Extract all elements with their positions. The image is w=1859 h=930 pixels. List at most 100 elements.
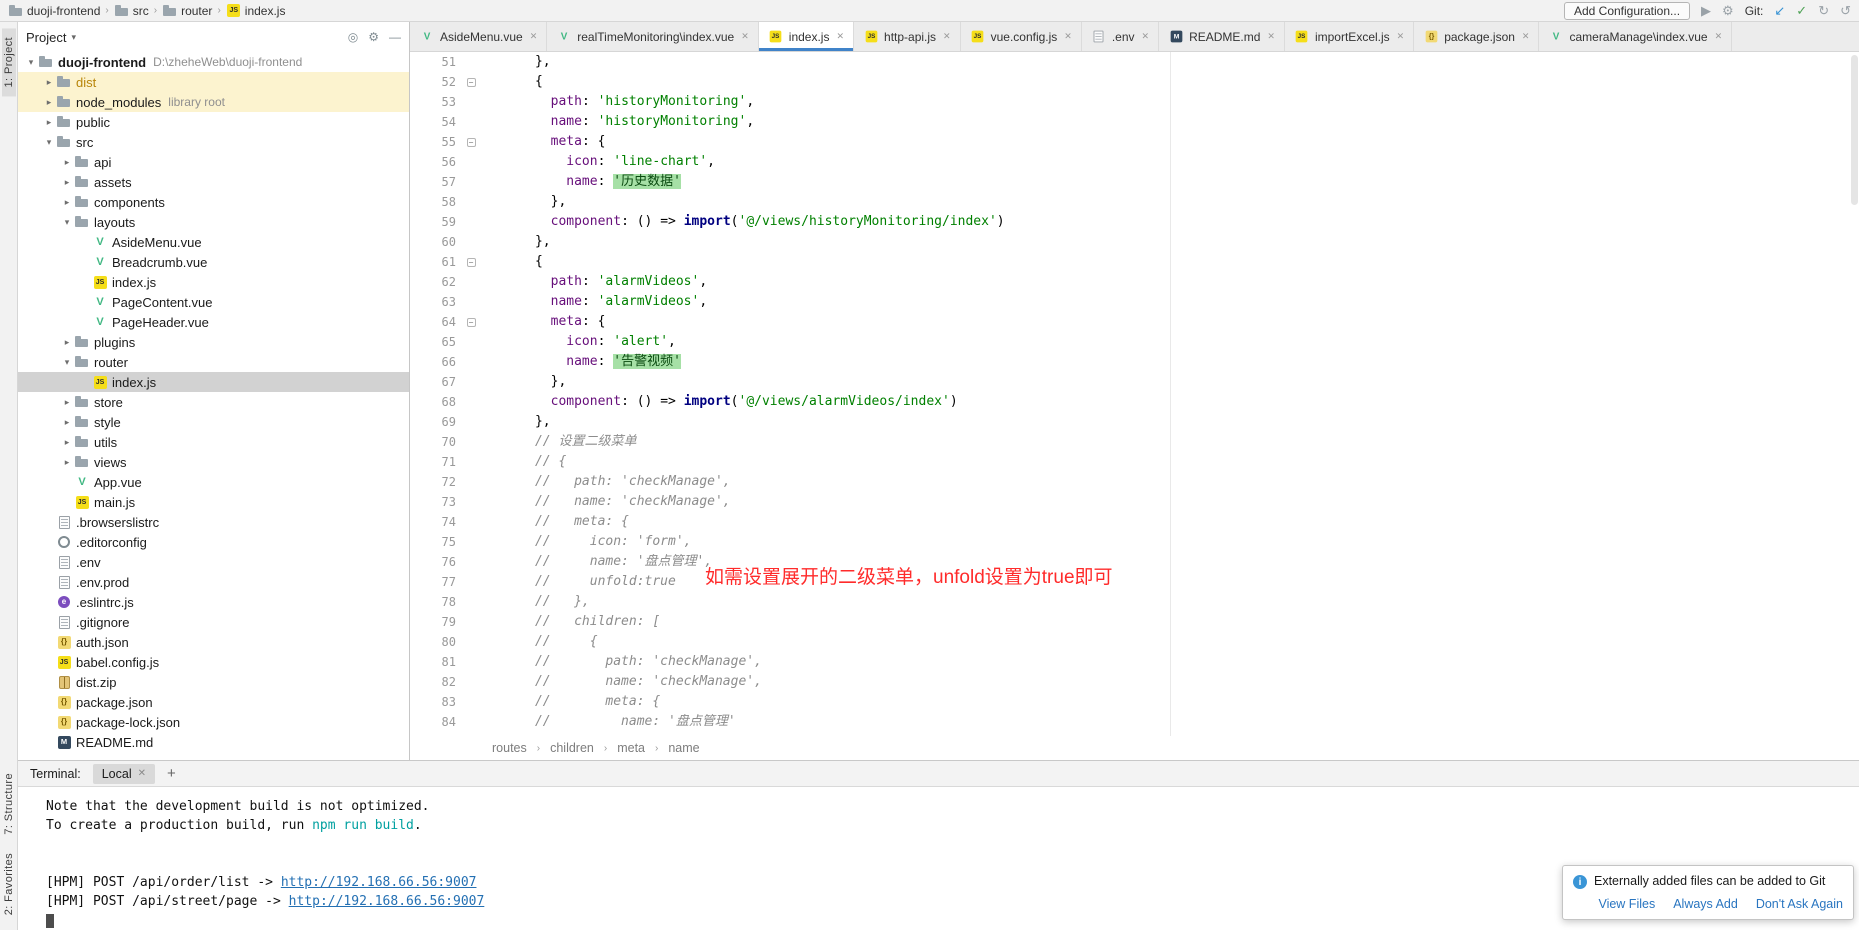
git-update-icon[interactable]: ↙ <box>1774 4 1785 17</box>
editor-tab[interactable]: .env✕ <box>1082 22 1159 51</box>
code-line[interactable]: 71 // { <box>410 452 1859 472</box>
chevron-icon[interactable]: ▸ <box>42 77 56 88</box>
editor-scrollbar[interactable] <box>1851 55 1858 205</box>
code-line[interactable]: 69 }, <box>410 412 1859 432</box>
code-line[interactable]: 60 }, <box>410 232 1859 252</box>
settings-icon[interactable]: ⚙ <box>1722 4 1734 17</box>
tree-item[interactable]: ▸dist <box>18 72 409 92</box>
tree-item[interactable]: ▾router <box>18 352 409 372</box>
code-line[interactable]: 83 // meta: { <box>410 692 1859 712</box>
close-icon[interactable]: ✕ <box>1715 31 1723 42</box>
tree-item[interactable]: ▸assets <box>18 172 409 192</box>
code-line[interactable]: 77 // unfold:true <box>410 572 1859 592</box>
breadcrumb-item[interactable]: children <box>550 741 594 755</box>
code-line[interactable]: 66 name: '告警视频' <box>410 352 1859 372</box>
locate-file-icon[interactable]: ◎ <box>348 30 358 44</box>
close-icon[interactable]: ✕ <box>530 31 538 42</box>
code-line[interactable]: 74 // meta: { <box>410 512 1859 532</box>
code-line[interactable]: 58 }, <box>410 192 1859 212</box>
tree-item[interactable]: e.eslintrc.js <box>18 592 409 612</box>
tree-item[interactable]: dist.zip <box>18 672 409 692</box>
project-panel-title[interactable]: Project <box>26 30 66 45</box>
code-line[interactable]: 80 // { <box>410 632 1859 652</box>
code-line[interactable]: 52− { <box>410 72 1859 92</box>
chevron-icon[interactable]: ▸ <box>60 397 74 408</box>
tree-item[interactable]: JSmain.js <box>18 492 409 512</box>
new-terminal-icon[interactable]: + <box>167 765 176 782</box>
tree-item[interactable]: VAsideMenu.vue <box>18 232 409 252</box>
tree-item[interactable]: VApp.vue <box>18 472 409 492</box>
code-line[interactable]: 65 icon: 'alert', <box>410 332 1859 352</box>
toolwindow-project-button[interactable]: 1: Project <box>2 28 16 96</box>
run-icon[interactable]: ▶ <box>1701 4 1711 17</box>
chevron-icon[interactable]: ▾ <box>24 57 38 68</box>
tree-item[interactable]: ▸utils <box>18 432 409 452</box>
code-line[interactable]: 55− meta: { <box>410 132 1859 152</box>
code-line[interactable]: 53 path: 'historyMonitoring', <box>410 92 1859 112</box>
tree-item[interactable]: .env <box>18 552 409 572</box>
tree-item[interactable]: {}package-lock.json <box>18 712 409 732</box>
tree-item[interactable]: JSindex.js <box>18 272 409 292</box>
code-line[interactable]: 72 // path: 'checkManage', <box>410 472 1859 492</box>
tree-item[interactable]: ▸components <box>18 192 409 212</box>
tree-item[interactable]: .gitignore <box>18 612 409 632</box>
code-line[interactable]: 54 name: 'historyMonitoring', <box>410 112 1859 132</box>
breadcrumb-item[interactable]: name <box>668 741 699 755</box>
tree-item[interactable]: .browserslistrc <box>18 512 409 532</box>
terminal-tab-local[interactable]: Local ✕ <box>93 764 155 784</box>
tree-item[interactable]: VPageHeader.vue <box>18 312 409 332</box>
code-line[interactable]: 70 // 设置二级菜单 <box>410 432 1859 452</box>
breadcrumb-item[interactable]: router <box>162 3 212 19</box>
fold-icon[interactable]: − <box>467 78 476 87</box>
tree-item[interactable]: {}auth.json <box>18 632 409 652</box>
code-line[interactable]: 59 component: () => import('@/views/hist… <box>410 212 1859 232</box>
breadcrumb-item[interactable]: routes <box>492 741 527 755</box>
code-line[interactable]: 57 name: '历史数据' <box>410 172 1859 192</box>
code-line[interactable]: 63 name: 'alarmVideos', <box>410 292 1859 312</box>
tree-item[interactable]: JSbabel.config.js <box>18 652 409 672</box>
toolwindow-structure-button[interactable]: 7: Structure <box>2 764 16 844</box>
editor-tab[interactable]: VcameraManage\index.vue✕ <box>1539 22 1732 51</box>
terminal-link[interactable]: http://192.168.66.56:9007 <box>281 875 477 890</box>
editor-tab[interactable]: MREADME.md✕ <box>1159 22 1285 51</box>
chevron-icon[interactable]: ▾ <box>60 357 74 368</box>
editor-tab[interactable]: JSvue.config.js✕ <box>961 22 1082 51</box>
editor-tab[interactable]: JSimportExcel.js✕ <box>1285 22 1414 51</box>
code-line[interactable]: 64− meta: { <box>410 312 1859 332</box>
code-line[interactable]: 62 path: 'alarmVideos', <box>410 272 1859 292</box>
code-line[interactable]: 56 icon: 'line-chart', <box>410 152 1859 172</box>
editor-tab[interactable]: {}package.json✕ <box>1414 22 1539 51</box>
chevron-icon[interactable]: ▸ <box>42 117 56 128</box>
fold-icon[interactable]: − <box>467 138 476 147</box>
tree-item[interactable]: ▸views <box>18 452 409 472</box>
breadcrumb-item[interactable]: duoji-frontend <box>8 3 100 19</box>
breadcrumb-item[interactable]: meta <box>617 741 645 755</box>
code-line[interactable]: 61− { <box>410 252 1859 272</box>
code-line[interactable]: 75 // icon: 'form', <box>410 532 1859 552</box>
tree-item[interactable]: VPageContent.vue <box>18 292 409 312</box>
add-configuration-button[interactable]: Add Configuration... <box>1564 2 1690 20</box>
toolwindow-favorites-button[interactable]: 2: Favorites <box>2 844 16 924</box>
chevron-icon[interactable]: ▸ <box>60 437 74 448</box>
close-icon[interactable]: ✕ <box>836 31 844 42</box>
git-commit-icon[interactable]: ✓ <box>1796 4 1807 17</box>
fold-icon[interactable]: − <box>467 318 476 327</box>
gear-icon[interactable]: ⚙ <box>368 30 379 44</box>
chevron-icon[interactable]: ▸ <box>60 157 74 168</box>
tree-item[interactable]: MREADME.md <box>18 732 409 752</box>
chevron-icon[interactable]: ▾ <box>42 137 56 148</box>
editor-tab[interactable]: VrealTimeMonitoring\index.vue✕ <box>547 22 759 51</box>
git-history-icon[interactable]: ↻ <box>1818 4 1829 17</box>
close-icon[interactable]: ✕ <box>741 31 749 42</box>
notification-action[interactable]: View Files <box>1598 897 1655 911</box>
editor-tab[interactable]: VAsideMenu.vue✕ <box>410 22 547 51</box>
close-icon[interactable]: ✕ <box>1064 31 1072 42</box>
tree-item[interactable]: .env.prod <box>18 572 409 592</box>
tree-item[interactable]: ▸style <box>18 412 409 432</box>
breadcrumb-item[interactable]: JSindex.js <box>226 4 286 18</box>
breadcrumb-item[interactable]: src <box>114 3 149 19</box>
notification-action[interactable]: Don't Ask Again <box>1756 897 1843 911</box>
close-icon[interactable]: ✕ <box>943 31 951 42</box>
code-line[interactable]: 82 // name: 'checkManage', <box>410 672 1859 692</box>
code-line[interactable]: 76 // name: '盘点管理', <box>410 552 1859 572</box>
